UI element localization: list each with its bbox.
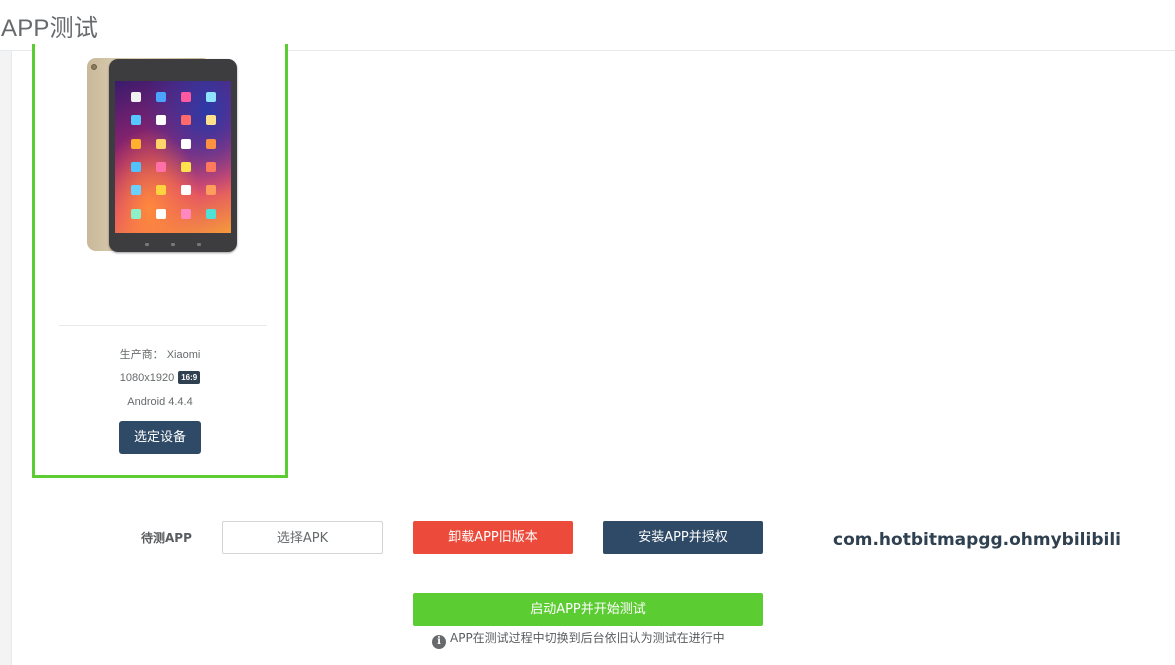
home-button-icon bbox=[171, 243, 175, 246]
select-device-button[interactable]: 选定设备 bbox=[119, 421, 201, 454]
install-and-authorize-button[interactable]: 安装APP并授权 bbox=[603, 521, 763, 554]
info-icon: i bbox=[432, 635, 446, 649]
tablet-screen bbox=[115, 81, 231, 233]
resolution-row: 1080x1920 16:9 bbox=[35, 371, 285, 384]
os-version: Android 4.4.4 bbox=[127, 396, 193, 408]
card-divider bbox=[59, 325, 267, 326]
pending-app-label: 待测APP bbox=[141, 531, 192, 545]
camera-icon bbox=[91, 64, 97, 70]
back-button-icon bbox=[145, 243, 149, 246]
tablet-device-image bbox=[87, 58, 237, 252]
menu-button-icon bbox=[197, 243, 201, 246]
tablet-front bbox=[109, 59, 237, 252]
device-card[interactable]: 生产商： Xiaomi 1080x1920 16:9 Android 4.4.4 … bbox=[32, 44, 288, 478]
uninstall-old-version-button[interactable]: 卸载APP旧版本 bbox=[413, 521, 573, 554]
page-title: APP测试 bbox=[1, 15, 99, 42]
test-note-text: APP在测试过程中切换到后台依旧认为测试在进行中 bbox=[450, 631, 725, 645]
aspect-ratio-badge: 16:9 bbox=[178, 371, 201, 384]
app-icon-grid bbox=[123, 89, 223, 229]
package-name: com.hotbitmapgg.ohmybilibili bbox=[833, 530, 1121, 550]
test-note: i APP在测试过程中切换到后台依旧认为测试在进行中 bbox=[432, 629, 725, 649]
manufacturer-label: 生产商： Xiaomi bbox=[119, 349, 201, 361]
choose-apk-button[interactable]: 选择APK bbox=[222, 521, 383, 554]
resolution-value: 1080x1920 bbox=[119, 372, 175, 384]
start-test-button[interactable]: 启动APP并开始测试 bbox=[413, 593, 763, 626]
